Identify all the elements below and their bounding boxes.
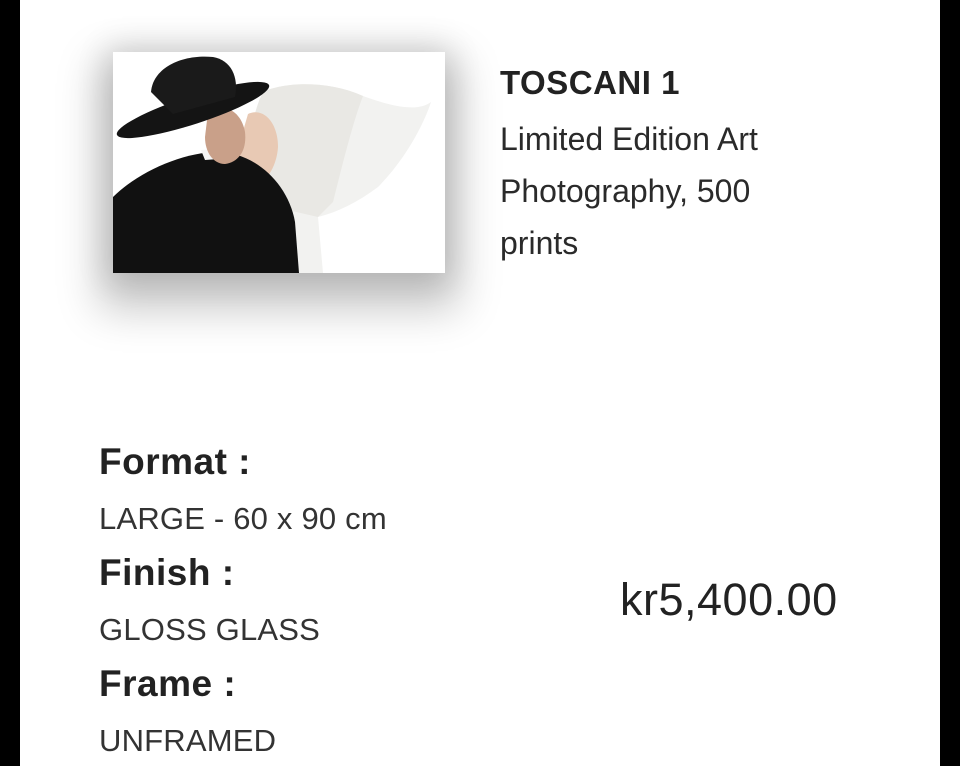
price: kr5,400.00 — [620, 574, 838, 625]
format-value: LARGE - 60 x 90 cm — [99, 501, 387, 536]
format-label: Format : — [99, 441, 251, 482]
product-description: Limited Edition Art Photography, 500 pri… — [500, 121, 758, 261]
finish-label: Finish : — [99, 552, 235, 593]
product-image[interactable] — [113, 52, 445, 273]
finish-value: GLOSS GLASS — [99, 612, 321, 647]
product-card: TOSCANI 1 Limited Edition Art Photograph… — [20, 0, 940, 766]
photo-thumbnail-icon — [113, 52, 445, 273]
frame-label: Frame : — [99, 663, 237, 704]
frame-value: UNFRAMED — [99, 723, 277, 758]
product-title[interactable]: TOSCANI 1 — [500, 64, 680, 102]
